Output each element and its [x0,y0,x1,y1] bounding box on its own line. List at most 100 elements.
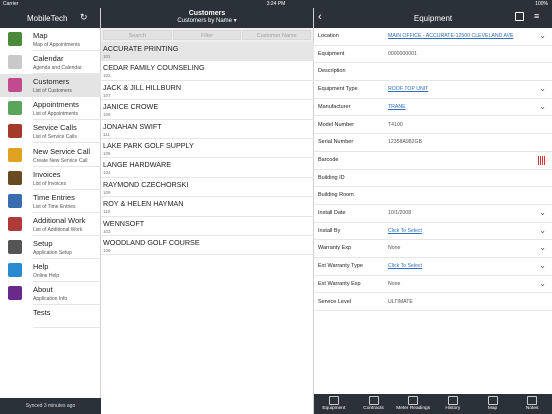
segment-customer-name[interactable]: Customer Name [242,30,312,40]
list-item[interactable]: ROY & HELEN HAYMAN 110 [101,197,314,217]
sidebar-item-calendar[interactable]: Calendar Agenda and Calendar [0,51,101,75]
field-value[interactable]: Click To Select [388,263,422,269]
chevron-down-icon[interactable]: ⌄ [539,261,546,270]
field-label: Description [318,68,346,75]
customer-list-header: Customers Customers by Name ▾ [101,8,313,28]
list-item[interactable]: WENNSOFT 103 [101,217,314,236]
chevron-down-icon[interactable]: ⌄ [539,102,546,111]
list-item[interactable]: LANGE HARDWARE 104 [101,158,314,178]
tab-notes[interactable]: Notes [512,394,552,414]
sidebar-item-label: Calendar [33,54,64,64]
sidebar-item-subtitle: List of Invoices [33,180,67,187]
field-value: None [388,245,401,252]
save-icon[interactable] [515,12,524,21]
field-row-barcode[interactable]: Barcode [314,152,552,170]
field-value: ULTIMATE [388,298,413,305]
barcode-icon[interactable] [538,155,546,165]
customer-list-title: Customers [188,10,226,17]
sidebar-item-subtitle: Agenda and Calendar [33,65,82,72]
sidebar-item-label: Customers [33,77,70,87]
sidebar-item-subtitle: List of Service Calls [33,134,77,141]
sidebar-item-help[interactable]: Help Online Help [0,259,101,282]
field-value[interactable]: TRANE [388,104,406,110]
field-label: Install Date [318,210,346,216]
sidebar-item-service-calls[interactable]: Service Calls List of Service Calls [0,120,101,144]
sidebar-item-customers[interactable]: Customers List of Customers [0,74,101,98]
field-row-equipment-type[interactable]: Equipment Type ROOF TOP UNIT ⌄ [314,81,552,99]
sidebar-item-tests[interactable]: Tests [0,305,101,329]
field-row-warranty-exp[interactable]: Warranty Exp None ⌄ [314,240,552,259]
customers-icon [8,78,22,93]
list-item[interactable]: JACK & JILL HILLBURN 107 [101,81,314,101]
sidebar-item-invoices[interactable]: Invoices List of Invoices [0,167,101,190]
nav-header: MobileTech ↻ [0,8,100,28]
sync-status: Synced 3 minutes ago [0,398,101,414]
list-item[interactable]: JANICE CROWE 108 [101,100,314,120]
tab-contracts[interactable]: Contracts [354,394,394,414]
equipment-header: ‹ Equipment ≡ [314,8,552,28]
field-row-install-by[interactable]: Install By Click To Select ⌄ [314,223,552,241]
customer-number: 105 [103,151,111,156]
equipment-tabbar: Equipment Contracts Meter Readings Histo… [314,394,552,414]
status-time: 3:24 PM [266,1,286,7]
chevron-down-icon[interactable]: ⌄ [539,84,546,93]
tab-meter-readings[interactable]: Meter Readings [393,394,433,414]
list-item[interactable]: ACCURATE PRINTING 101 [101,42,314,62]
field-row-ext-warranty-exp[interactable]: Ext Warranty Exp None ⌄ [314,276,552,294]
list-item[interactable]: JONAHAN SWIFT 111 [101,120,314,139]
sidebar-item-label: Setup [33,238,53,248]
list-item[interactable]: RAYMOND CZECHORSKI 109 [101,178,314,198]
field-label: Service Level [318,298,352,305]
sidebar-item-label: Appointments [33,100,79,110]
chevron-down-icon[interactable]: ⌄ [539,208,546,217]
sidebar-item-label: About [33,285,53,295]
refresh-icon[interactable]: ↻ [80,12,88,23]
chevron-down-icon[interactable]: ⌄ [539,31,546,40]
sidebar-item-about[interactable]: About Application Info [0,282,101,306]
field-row-manufacturer[interactable]: Manufacturer TRANE ⌄ [314,99,552,117]
battery-label: 100% [535,1,548,7]
segment-search[interactable]: Search [103,30,172,40]
segment-filter[interactable]: Filter [172,30,242,40]
list-item[interactable]: CEDAR FAMILY COUNSELING 102 [101,61,314,81]
field-value[interactable]: ROOF TOP UNIT [388,86,428,92]
field-row-install-date[interactable]: Install Date 10/1/2008 ⌄ [314,205,552,223]
list-item[interactable]: LAKE PARK GOLF SUPPLY 105 [101,139,314,159]
sidebar-item-additional-work[interactable]: Additional Work List of Additional Work [0,213,101,236]
field-row-equipment: Equipment 0000000001 [314,46,552,64]
customer-name: WENNSOFT [103,218,145,228]
field-value[interactable]: Click To Select [388,228,422,234]
customer-number: 106 [103,248,111,253]
sidebar-item-appointments[interactable]: Appointments List of Appointments [0,97,101,121]
tab-equipment[interactable]: Equipment [314,394,354,414]
sidebar-item-new-service-call[interactable]: New Service Call Create New Service Call [0,144,101,167]
chevron-down-icon[interactable]: ⌄ [539,226,546,235]
field-row-description: Description [314,63,552,82]
chevron-down-icon[interactable]: ⌄ [539,279,546,288]
hamburger-menu-icon[interactable]: ≡ [534,11,539,21]
field-label: Building Room [318,192,354,199]
equipment-panel: ‹ Equipment ≡ Location MAIN OFFICE - ACCU… [314,8,552,414]
field-row-ext-warranty-type[interactable]: Ext Warranty Type Click To Select ⌄ [314,258,552,276]
notes-icon [527,396,538,405]
field-value[interactable]: MAIN OFFICE - ACCURATE-12500 CLEVELAND A… [388,33,514,39]
customer-name: JANICE CROWE [103,102,159,112]
contracts-icon [368,396,379,405]
tab-label: Contracts [363,406,384,411]
sidebar-item-subtitle: List of Appointments [33,111,79,118]
list-item[interactable]: WOODLAND GOLF COURSE 106 [101,236,314,256]
customer-list-panel: Customers Customers by Name ▾ Search Fil… [101,8,314,414]
sidebar-item-map[interactable]: Map Map of Appointments [0,28,101,51]
customer-number: 101 [103,54,111,59]
sidebar-item-label: Tests [33,308,51,318]
field-value: None [388,280,401,287]
tab-map[interactable]: Map [473,394,513,414]
sort-selector[interactable]: Customers by Name ▾ [101,17,313,24]
sidebar-item-time-entries[interactable]: Time Entries List of Time Entries [0,190,101,213]
customer-name: RAYMOND CZECHORSKI [103,179,189,189]
chevron-down-icon[interactable]: ⌄ [539,243,546,252]
sidebar-item-setup[interactable]: Setup Application Setup [0,236,101,259]
tab-history[interactable]: History [433,394,473,414]
field-row-location[interactable]: Location MAIN OFFICE - ACCURATE-12500 CLE… [314,28,552,46]
status-bar: Carrier 3:24 PM 100% [0,0,552,8]
